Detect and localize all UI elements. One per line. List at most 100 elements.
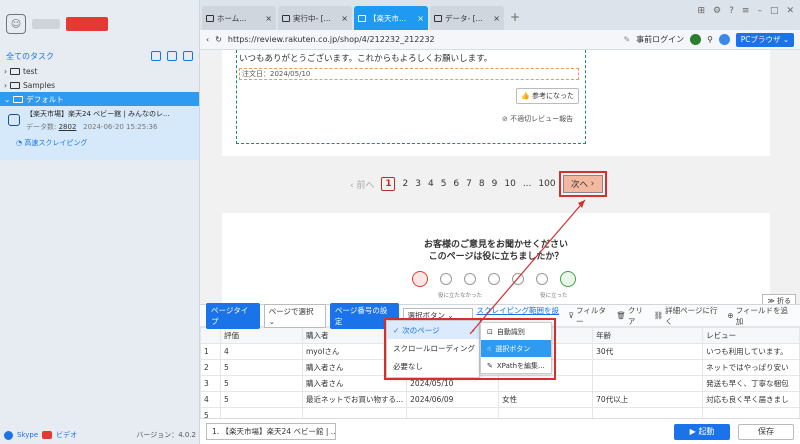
task-date: 2024-06-20 15:25:36 bbox=[83, 123, 158, 131]
url-input[interactable]: https://review.rakuten.co.jp/shop/4/2122… bbox=[228, 35, 618, 44]
tree-item-label: test bbox=[23, 66, 38, 76]
page-icon bbox=[206, 14, 214, 22]
save-button[interactable]: 保存 bbox=[738, 423, 794, 440]
rating-option[interactable] bbox=[464, 273, 476, 285]
new-tab-icon[interactable]: + bbox=[510, 10, 520, 24]
tab-rakuten[interactable]: 【楽天市... × bbox=[354, 6, 428, 30]
tab-running[interactable]: 実行中- [... × bbox=[278, 6, 352, 30]
trash-icon: 🗑 bbox=[616, 311, 626, 320]
import-icon[interactable] bbox=[151, 51, 161, 61]
rating-option[interactable] bbox=[440, 273, 452, 285]
next-page-button[interactable]: 次へ › bbox=[558, 171, 607, 197]
task-meta: データ数: 2802 2024-06-20 15:25:36 bbox=[26, 123, 158, 131]
refresh-icon[interactable]: ↻ bbox=[215, 35, 222, 44]
column-header[interactable]: レビュー bbox=[702, 327, 800, 344]
page-link[interactable]: 5 bbox=[441, 179, 447, 189]
edit-url-icon[interactable]: ✎ bbox=[623, 35, 630, 44]
close-icon[interactable]: × bbox=[341, 14, 348, 23]
prev-page-link[interactable]: ‹ 前へ bbox=[350, 178, 374, 191]
close-icon[interactable]: × bbox=[493, 14, 500, 23]
task-count[interactable]: 2802 bbox=[59, 123, 77, 131]
tree-item-default[interactable]: ⌄ デフォルト bbox=[0, 92, 199, 106]
maximize-icon[interactable]: □ bbox=[770, 6, 779, 16]
helpful-button[interactable]: 👍 参考になった bbox=[516, 88, 579, 104]
extension-icon[interactable] bbox=[690, 34, 702, 45]
rating-option[interactable] bbox=[512, 273, 524, 285]
page-link[interactable]: 10 bbox=[504, 179, 515, 189]
link-icon: ⛓ bbox=[653, 311, 664, 320]
detail-page-button[interactable]: ⛓ 詳細ページに行く bbox=[654, 305, 724, 327]
page-type-label: ページタイプ bbox=[206, 302, 260, 329]
tab-home[interactable]: ホーム... × bbox=[202, 6, 276, 30]
tab-bar: ホーム... × 実行中- [... × 【楽天市... × データ- [...… bbox=[200, 0, 800, 30]
tree-item-label: デフォルト bbox=[26, 94, 64, 104]
page-link[interactable]: 6 bbox=[453, 179, 459, 189]
youtube-icon bbox=[42, 431, 53, 439]
filter-button[interactable]: ⊽ フィルター bbox=[569, 305, 613, 327]
task-step-tab[interactable]: 1. 【楽天市場】楽天24 ベビー館 | ... bbox=[206, 423, 336, 440]
all-tasks-label: 全てのタスク bbox=[6, 51, 54, 61]
task-card[interactable]: 【楽天市場】楽天24 ベビー館 | みんなのレ... データ数: 2802 20… bbox=[0, 106, 199, 160]
minimize-icon[interactable]: – bbox=[757, 6, 762, 16]
page-link[interactable]: 9 bbox=[492, 179, 498, 189]
close-window-icon[interactable]: ✕ bbox=[786, 6, 794, 16]
survey-card: お客様のご意見をお聞かせください このページは役に立ちましたか？ 役に立たなかっ… bbox=[222, 213, 770, 304]
video-link[interactable]: ビデオ bbox=[56, 430, 77, 440]
gift-icon[interactable]: ⊞ bbox=[697, 6, 705, 16]
happy-face-icon[interactable] bbox=[560, 271, 576, 287]
tree-item-test[interactable]: › test bbox=[0, 64, 199, 78]
task-header: 全てのタスク bbox=[0, 48, 199, 64]
sad-face-icon[interactable] bbox=[412, 271, 428, 287]
page-link[interactable]: 2 bbox=[402, 179, 408, 189]
cookie-icon[interactable]: ⚲ bbox=[707, 35, 713, 44]
table-row[interactable]: 4 5 最近ネットでお買い物する... 2024/06/09 女性 70代以上 対応も良く早… bbox=[200, 391, 800, 408]
tab-data[interactable]: データ- [... × bbox=[430, 6, 504, 30]
logo-row: ☺ bbox=[0, 0, 199, 48]
page-link-last[interactable]: 100 bbox=[538, 179, 555, 189]
thumbs-up-icon: 👍 bbox=[521, 92, 530, 100]
review-card: いつもありがとうございます。これからもよろしくお願いします。 注文日：2024/… bbox=[222, 50, 770, 156]
start-button[interactable]: ▶ 起動 bbox=[674, 423, 730, 440]
skype-link[interactable]: Skype bbox=[17, 431, 38, 439]
fold-button[interactable]: ≫ 折る bbox=[762, 294, 796, 304]
menu-icon[interactable]: ≡ bbox=[742, 6, 750, 16]
column-header bbox=[200, 327, 221, 344]
settings-icon[interactable]: ⚙ bbox=[713, 6, 721, 16]
back-icon[interactable]: ‹ bbox=[206, 35, 209, 44]
page-link[interactable]: 7 bbox=[466, 179, 472, 189]
helpful-label: 役に立った bbox=[540, 293, 568, 299]
page-link[interactable]: 4 bbox=[428, 179, 434, 189]
rating-option[interactable] bbox=[536, 273, 548, 285]
close-icon[interactable]: × bbox=[417, 14, 424, 23]
clear-button[interactable]: 🗑 クリア bbox=[616, 305, 649, 327]
add-folder-icon[interactable] bbox=[183, 51, 193, 61]
close-icon[interactable]: × bbox=[265, 14, 272, 23]
folder-icon bbox=[13, 95, 24, 103]
tree-item-label: Samples bbox=[23, 80, 56, 90]
help-icon[interactable]: ? bbox=[729, 6, 734, 16]
chevron-right-icon: › bbox=[4, 80, 7, 90]
report-link[interactable]: ⊘ 不適切レビュー報告 bbox=[502, 114, 573, 124]
pc-browser-select[interactable]: PCブラウザ ⌄ bbox=[736, 32, 794, 47]
pagination: ‹ 前へ 1 2 3 4 5 6 7 8 9 10 ... 100 次へ › bbox=[350, 171, 607, 197]
not-helpful-label: 役に立たなかった bbox=[438, 293, 483, 299]
sidebar: ☺ 全てのタスク › test › Samples ⌄ デフォルト 【楽天市場】… bbox=[0, 0, 200, 444]
url-bar: ‹ ↻ https://review.rakuten.co.jp/shop/4/… bbox=[200, 30, 800, 50]
column-header[interactable]: 評価 bbox=[220, 327, 303, 344]
folder-icon bbox=[10, 81, 20, 89]
task-mode: ◔ 高速スクレイピング bbox=[16, 139, 88, 147]
rating-option[interactable] bbox=[488, 273, 500, 285]
blurred-username bbox=[32, 19, 60, 29]
survey-question-2: このページは役に立ちましたか？ bbox=[428, 252, 564, 262]
pre-login-button[interactable]: 事前ログイン bbox=[636, 34, 684, 45]
tree-item-samples[interactable]: › Samples bbox=[0, 78, 199, 92]
page-link-current[interactable]: 1 bbox=[381, 177, 396, 191]
add-field-button[interactable]: ⊕ フィールドを追加 bbox=[727, 305, 794, 327]
page-type-select[interactable]: ページで選択 ⌄ bbox=[263, 303, 327, 328]
page-link[interactable]: 8 bbox=[479, 179, 485, 189]
page-link[interactable]: 3 bbox=[415, 179, 421, 189]
user-agent-icon[interactable] bbox=[719, 34, 730, 45]
version-label: バージョン：4.0.2 bbox=[136, 431, 196, 439]
column-header[interactable]: 年齢 bbox=[592, 327, 704, 344]
add-task-icon[interactable] bbox=[167, 51, 177, 61]
